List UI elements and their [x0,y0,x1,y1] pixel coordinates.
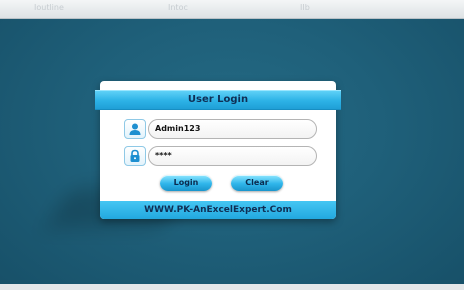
dialog-title: User Login [95,90,341,110]
toolbar-hint-2: Intoc [168,3,188,12]
username-input[interactable]: Admin123 [148,119,317,139]
window-toolbar: Ioutline Intoc IIb [0,0,464,19]
toolbar-hint-3: IIb [300,3,310,12]
login-button[interactable]: Login [160,175,212,191]
window-bottom-edge [0,284,464,290]
clear-button[interactable]: Clear [231,175,283,191]
user-icon [124,119,146,139]
username-row: Admin123 [124,119,320,139]
website-footer: WWW.PK-AnExcelExpert.Com [100,201,336,219]
password-input[interactable]: **** [148,146,317,166]
login-dialog: User Login Admin123 **** Login Clear WWW… [95,81,341,219]
password-row: **** [124,146,320,166]
toolbar-hint-1: Ioutline [34,3,64,12]
lock-icon [124,146,146,166]
